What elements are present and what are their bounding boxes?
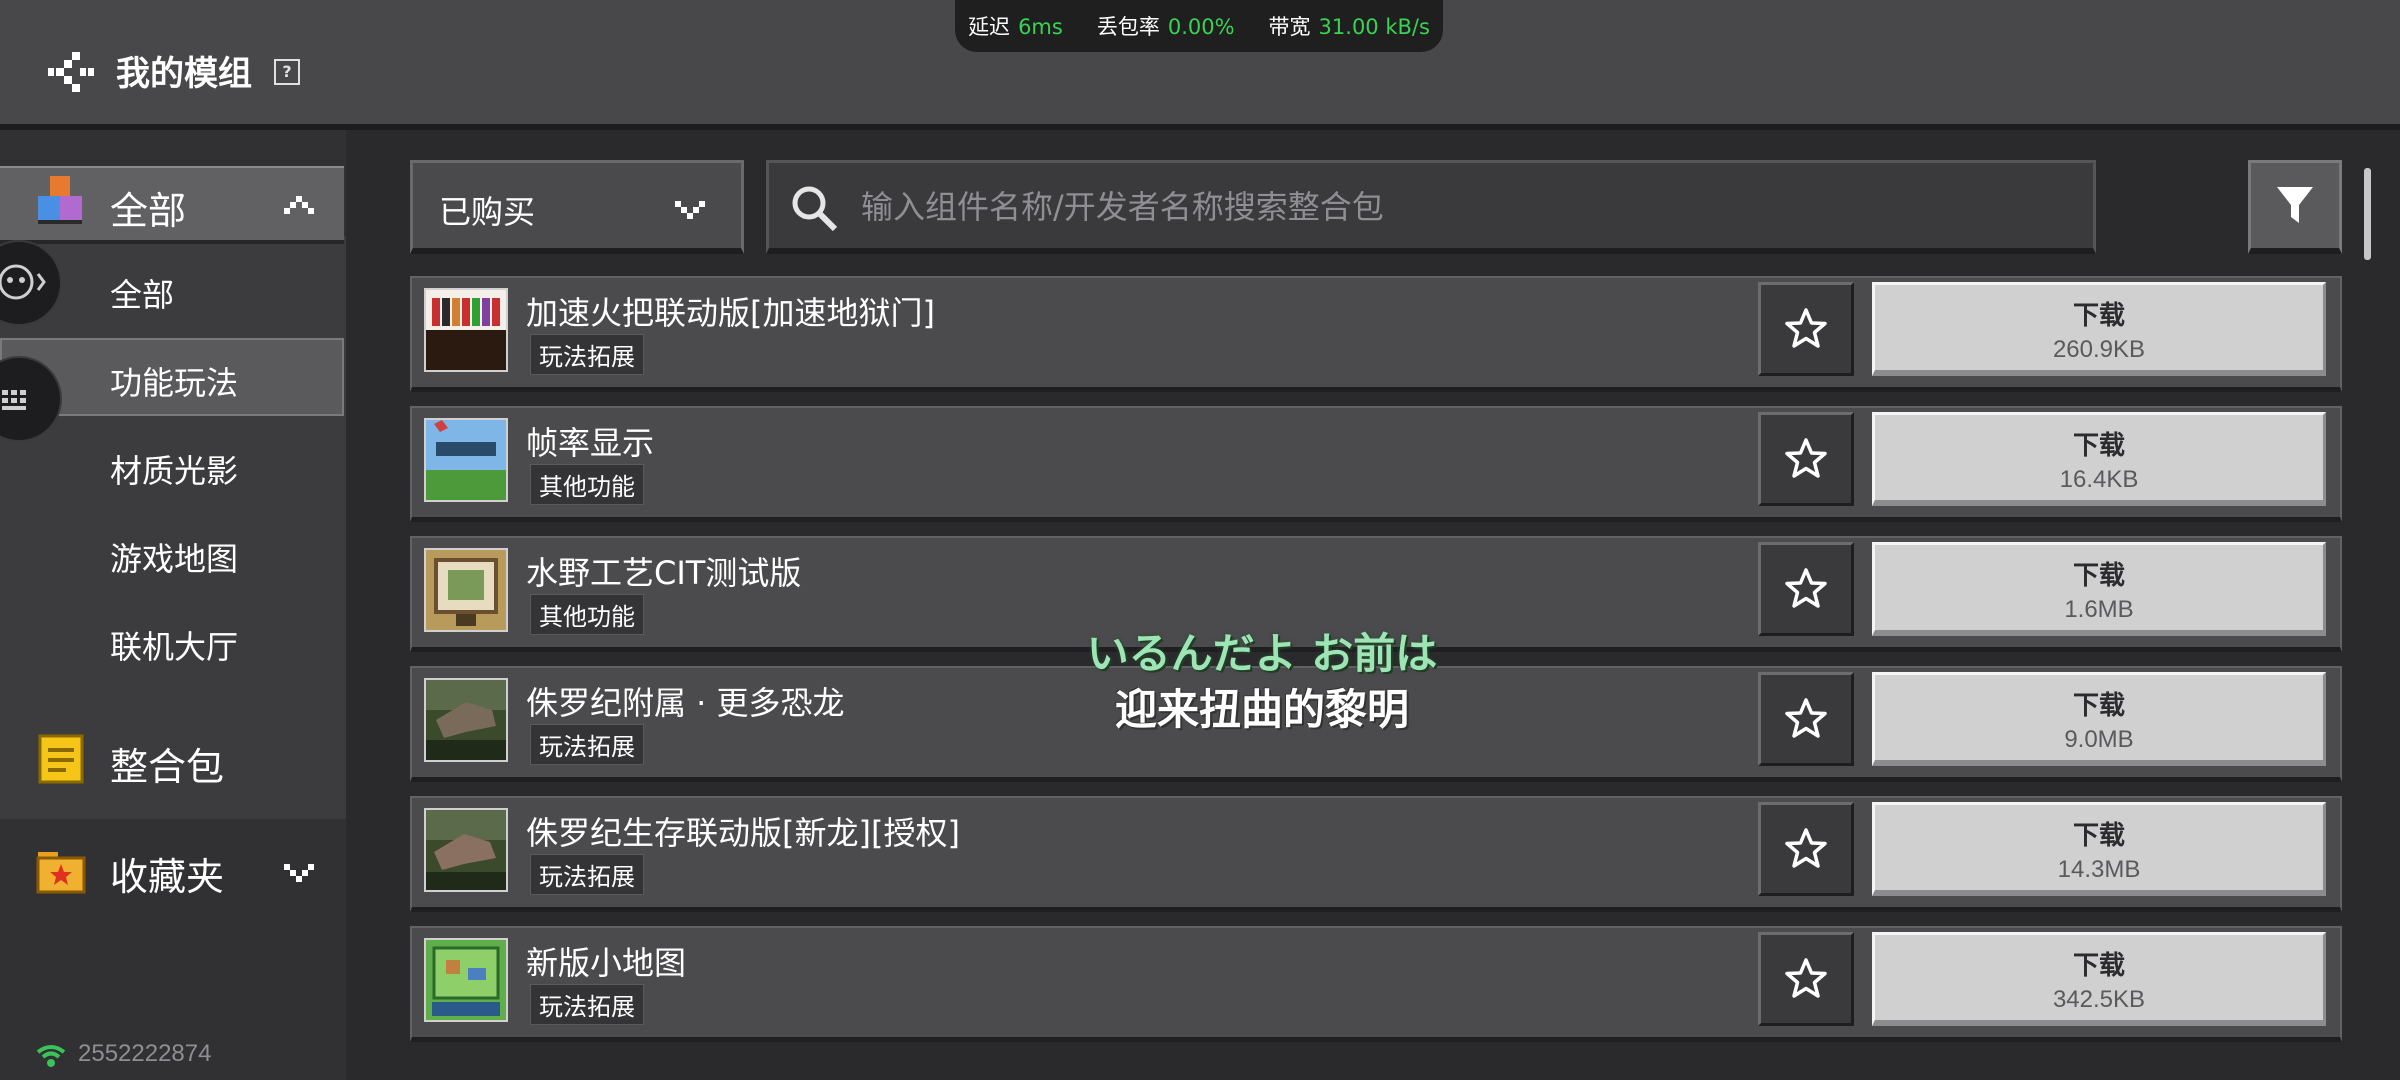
download-size: 16.4KB (2059, 466, 2139, 493)
favorite-button[interactable] (1758, 282, 1854, 376)
filter-selected-value: 已购买 (439, 193, 536, 231)
favorite-button[interactable] (1758, 412, 1854, 506)
download-label: 下载 (2072, 691, 2125, 721)
mod-name: 新版小地图 (526, 944, 687, 982)
mod-thumbnail (424, 548, 508, 632)
mod-row[interactable]: 侏罗纪生存联动版[新龙][授权] 玩法拓展 下载 14.3MB (410, 796, 2342, 912)
download-size: 342.5KB (2052, 986, 2146, 1013)
subtitle-line-chinese: 迎来扭曲的黎明 (1114, 685, 1409, 734)
funnel-icon (2277, 187, 2313, 223)
download-button[interactable]: 下载 14.3MB (1872, 802, 2326, 896)
purchase-filter-dropdown[interactable]: 已购买 (410, 160, 744, 254)
wifi-icon (36, 1045, 66, 1067)
sidebar-all-label: 全部 (110, 189, 187, 233)
download-button[interactable]: 下载 342.5KB (1872, 932, 2326, 1026)
star-outline-icon (1785, 308, 1827, 348)
face-icon (0, 264, 46, 300)
download-label: 下载 (2072, 561, 2125, 591)
search-bar[interactable] (766, 160, 2096, 254)
download-size: 9.0MB (2064, 726, 2134, 753)
favorite-button[interactable] (1758, 542, 1854, 636)
star-outline-icon (1785, 568, 1827, 608)
video-subtitle-overlay: いるんだよ お前は 迎来扭曲的黎明 (1062, 626, 1462, 738)
chevron-up-icon (284, 196, 314, 214)
sidebar-sub-gameplay[interactable]: 功能玩法 (110, 358, 238, 404)
star-outline-icon (1785, 438, 1827, 478)
filter-button[interactable] (2248, 160, 2342, 254)
keyboard-icon (2, 390, 26, 410)
mod-thumbnail (424, 808, 508, 892)
favorites-folder-icon (36, 852, 86, 894)
back-arrow-icon[interactable] (46, 52, 96, 92)
sidebar-bundles-label: 整合包 (110, 745, 225, 789)
mod-row[interactable]: 帧率显示 其他功能 下载 16.4KB (410, 406, 2342, 522)
account-number: 2552222874 (78, 1040, 212, 1067)
star-outline-icon (1785, 698, 1827, 738)
floating-face-button[interactable] (0, 240, 62, 326)
search-icon (792, 186, 838, 232)
star-outline-icon (1785, 828, 1827, 868)
favorite-button[interactable] (1758, 932, 1854, 1026)
mod-thumbnail (424, 418, 508, 502)
sidebar-item-favorites[interactable]: 收藏夹 (0, 830, 346, 910)
mod-name: 帧率显示 (526, 424, 655, 462)
mod-category-tag: 玩法拓展 (530, 724, 644, 765)
mod-thumbnail (424, 938, 508, 1022)
network-status-bar: 延迟 6ms 丢包率 0.00% 带宽 31.00 kB/s (955, 0, 1443, 52)
mod-name: 水野工艺CIT测试版 (526, 554, 802, 592)
page-title: 我的模组 (116, 54, 252, 94)
subtitle-line-japanese: いるんだよ お前は (1086, 629, 1438, 678)
latency-stat: 延迟 6ms (968, 15, 1063, 39)
mod-name: 侏罗纪附属 · 更多恐龙 (526, 684, 845, 722)
packet-loss-stat: 丢包率 0.00% (1096, 15, 1235, 39)
sidebar-sub-textures[interactable]: 材质光影 (110, 446, 238, 492)
mod-thumbnail (424, 288, 508, 372)
mod-category-tag: 玩法拓展 (530, 984, 644, 1025)
chevron-down-icon (675, 201, 705, 219)
download-label: 下载 (2072, 821, 2125, 851)
help-icon[interactable]: ? (274, 59, 300, 85)
sidebar: 全部 全部 功能玩法 材质光影 游戏地图 联机大厅 整合包 收藏夹 255222… (0, 130, 346, 1080)
favorite-button[interactable] (1758, 672, 1854, 766)
mod-name: 加速火把联动版[加速地狱门] (526, 294, 935, 332)
chevron-down-icon (284, 864, 314, 882)
download-size: 14.3MB (2057, 856, 2141, 883)
sidebar-sub-all[interactable]: 全部 (110, 270, 174, 316)
download-label: 下载 (2072, 951, 2125, 981)
search-input[interactable] (859, 181, 2063, 233)
mod-category-tag: 玩法拓展 (530, 334, 644, 375)
list-scrollbar[interactable] (2364, 168, 2371, 260)
mod-category-tag: 其他功能 (530, 464, 644, 505)
download-button[interactable]: 下载 1.6MB (1872, 542, 2326, 636)
download-size: 1.6MB (2064, 596, 2134, 623)
sidebar-item-all[interactable]: 全部 (0, 166, 344, 244)
blocks-icon (38, 176, 82, 224)
sidebar-sub-maps[interactable]: 游戏地图 (110, 534, 238, 580)
download-button[interactable]: 下载 9.0MB (1872, 672, 2326, 766)
bandwidth-stat: 带宽 31.00 kB/s (1268, 15, 1430, 39)
mod-name: 侏罗纪生存联动版[新龙][授权] (526, 814, 960, 852)
mod-category-tag: 其他功能 (530, 594, 644, 635)
download-button[interactable]: 下载 260.9KB (1872, 282, 2326, 376)
account-id: 2552222874 (36, 1040, 211, 1068)
star-outline-icon (1785, 958, 1827, 998)
mod-row[interactable]: 加速火把联动版[加速地狱门] 玩法拓展 下载 260.9KB (410, 276, 2342, 392)
favorite-button[interactable] (1758, 802, 1854, 896)
download-size: 260.9KB (2052, 336, 2146, 363)
sidebar-item-bundles[interactable]: 整合包 (0, 720, 346, 800)
download-button[interactable]: 下载 16.4KB (1872, 412, 2326, 506)
sidebar-sub-lobby[interactable]: 联机大厅 (110, 622, 238, 668)
mod-thumbnail (424, 678, 508, 762)
floating-keyboard-button[interactable] (0, 356, 62, 442)
download-label: 下载 (2072, 301, 2125, 331)
download-label: 下载 (2072, 431, 2125, 461)
sidebar-favorites-label: 收藏夹 (110, 855, 225, 899)
mod-row[interactable]: 新版小地图 玩法拓展 下载 342.5KB (410, 926, 2342, 1042)
mod-category-tag: 玩法拓展 (530, 854, 644, 895)
document-icon (38, 734, 84, 784)
